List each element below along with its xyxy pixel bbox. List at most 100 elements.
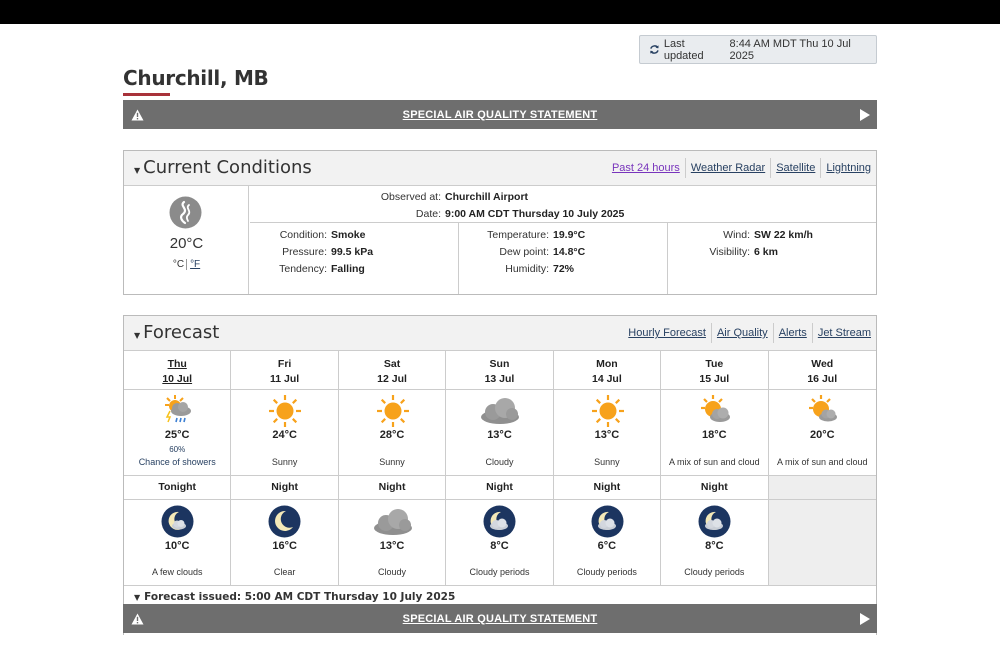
current-summary: 20°C °C °F [124, 186, 249, 294]
night-temp: 6°C [597, 540, 617, 552]
forecast-panel: ▼ Forecast Hourly Forecast Air Quality A… [123, 315, 877, 635]
unit-celsius: °C [172, 259, 185, 270]
alert-link[interactable]: SPECIAL AIR QUALITY STATEMENT [403, 613, 598, 625]
dew-point-label: Dew point: [499, 246, 549, 258]
smoke-icon [169, 196, 202, 229]
hourly-forecast-link[interactable]: Hourly Forecast [623, 323, 711, 343]
play-icon[interactable] [860, 109, 870, 121]
night-summary: Cloudy periods [469, 567, 530, 577]
alert-banner-top[interactable]: SPECIAL AIR QUALITY STATEMENT [123, 100, 877, 129]
day-name: Thu [167, 358, 187, 370]
tendency-label: Tendency: [279, 263, 327, 275]
forecast-night-header: Night [446, 476, 554, 499]
forecast-day-header[interactable]: Sun 13 Jul [446, 351, 554, 389]
day-summary: A mix of sun and cloud [776, 457, 868, 467]
forecast-night-cell: 6°C Cloudy periods [554, 500, 662, 585]
last-updated-value: 8:44 AM MDT Thu 10 Jul 2025 [729, 37, 851, 62]
night-temp: 10°C [164, 540, 190, 552]
current-temperature: 20°C [169, 235, 204, 252]
unit-fahrenheit-link[interactable]: °F [186, 259, 201, 270]
day-name: Sat [383, 358, 401, 370]
empty-cell [768, 500, 876, 585]
forecast-night-cell: 10°C A few clouds [124, 500, 232, 585]
unit-toggle: °C °F [124, 259, 249, 270]
dew-point-value: 14.8°C [553, 246, 586, 258]
sun-icon [591, 395, 624, 427]
forecast-night-header: Night [339, 476, 447, 499]
observed-at-label: Observed at: [380, 191, 441, 203]
alert-banner-bottom[interactable]: SPECIAL AIR QUALITY STATEMENT [123, 604, 877, 633]
forecast-title[interactable]: ▼ Forecast [134, 322, 219, 343]
play-icon[interactable] [860, 613, 870, 625]
night-summary: Cloudy periods [684, 567, 745, 577]
day-summary: Sunny [594, 457, 620, 467]
night-summary: Clear [273, 567, 296, 577]
past-24-hours-link[interactable]: Past 24 hours [607, 158, 685, 178]
alerts-link[interactable]: Alerts [772, 323, 812, 343]
day-temp: 13°C [594, 429, 620, 441]
forecast-day-header[interactable]: Sat 12 Jul [339, 351, 447, 389]
condition-value: Smoke [331, 229, 366, 241]
temperature-label: Temperature: [487, 229, 549, 241]
humidity-value: 72% [553, 263, 575, 275]
forecast-day-header[interactable]: Wed 16 Jul [769, 351, 876, 389]
sun-icon [376, 395, 409, 427]
forecast-day-cell: 18°C A mix of sun and cloud [661, 390, 769, 475]
day-summary: Cloudy [485, 457, 514, 467]
day-date: 15 Jul [699, 373, 730, 385]
day-summary: Sunny [379, 457, 405, 467]
forecast-links: Hourly Forecast Air Quality Alerts Jet S… [623, 316, 876, 350]
forecast-day-header[interactable]: Mon 14 Jul [554, 351, 662, 389]
day-name: Wed [811, 358, 834, 370]
forecast-header[interactable]: ▼ Forecast Hourly Forecast Air Quality A… [124, 316, 876, 351]
refresh-icon [650, 45, 659, 54]
forecast-day-row: 25°C 60% Chance of showers 24°C Sunny 28… [124, 390, 876, 476]
wind-value: SW 22 km/h [754, 229, 813, 241]
forecast-day-header[interactable]: Tue 15 Jul [661, 351, 769, 389]
last-updated-button[interactable]: Last updated 8:44 AM MDT Thu 10 Jul 2025 [639, 35, 877, 64]
caret-down-icon: ▼ [134, 166, 141, 175]
tendency-value: Falling [331, 263, 365, 275]
day-temp: 25°C [164, 429, 190, 441]
forecast-issued-text: Forecast issued: 5:00 AM CDT Thursday 10… [144, 591, 456, 603]
day-date: 10 Jul [162, 373, 193, 385]
sun-cloud-rain-icon [165, 395, 191, 423]
sun-cloud-icon [808, 395, 837, 422]
satellite-link[interactable]: Satellite [770, 158, 820, 178]
day-name: Sun [489, 358, 510, 370]
current-conditions-links: Past 24 hours Weather Radar Satellite Li… [607, 151, 876, 185]
sun-icon [269, 395, 302, 427]
temperature-value: 19.9°C [553, 229, 586, 241]
alert-link[interactable]: SPECIAL AIR QUALITY STATEMENT [403, 109, 598, 121]
night-summary: Cloudy periods [576, 567, 637, 577]
night-summary: Cloudy [378, 567, 407, 577]
cloud-icon [373, 509, 412, 535]
caret-down-icon: ▼ [134, 331, 141, 340]
night-temp: 8°C [490, 540, 509, 552]
top-bar [0, 0, 1000, 24]
current-conditions-header[interactable]: ▼ Current Conditions Past 24 hours Weath… [124, 151, 876, 186]
observed-at-value: Churchill Airport [445, 191, 529, 203]
forecast-night-cell: 8°C Cloudy periods [661, 500, 769, 585]
lightning-link[interactable]: Lightning [820, 158, 876, 178]
last-updated-label: Last updated [663, 37, 704, 62]
forecast-day-header[interactable]: Fri 11 Jul [231, 351, 339, 389]
jet-stream-link[interactable]: Jet Stream [811, 323, 876, 343]
night-temp: 13°C [379, 540, 405, 552]
forecast-night-cell: 16°C Clear [231, 500, 339, 585]
sun-cloud-icon [701, 395, 731, 422]
forecast-day-cell: 13°C Cloudy [446, 390, 554, 475]
day-name: Fri [277, 358, 292, 370]
forecast-day-header[interactable]: Thu 10 Jul [124, 351, 232, 389]
day-date: 11 Jul [270, 373, 300, 385]
weather-radar-link[interactable]: Weather Radar [684, 158, 770, 178]
date-value: 9:00 AM CDT Thursday 10 July 2025 [445, 208, 625, 220]
forecast-day-cell: 28°C Sunny [339, 390, 447, 475]
forecast-table: Thu 10 Jul Fri 11 Jul Sat 12 Jul Sun 13 Jul … [124, 351, 876, 608]
current-conditions-panel: ▼ Current Conditions Past 24 hours Weath… [123, 150, 877, 295]
current-conditions-body: 20°C °C °F Observed at: Churchill Airport … [124, 186, 876, 294]
air-quality-link[interactable]: Air Quality [710, 323, 773, 343]
current-conditions-title[interactable]: ▼ Current Conditions [134, 157, 312, 178]
day-date: 14 Jul [592, 373, 622, 385]
day-date: 13 Jul [484, 373, 515, 385]
